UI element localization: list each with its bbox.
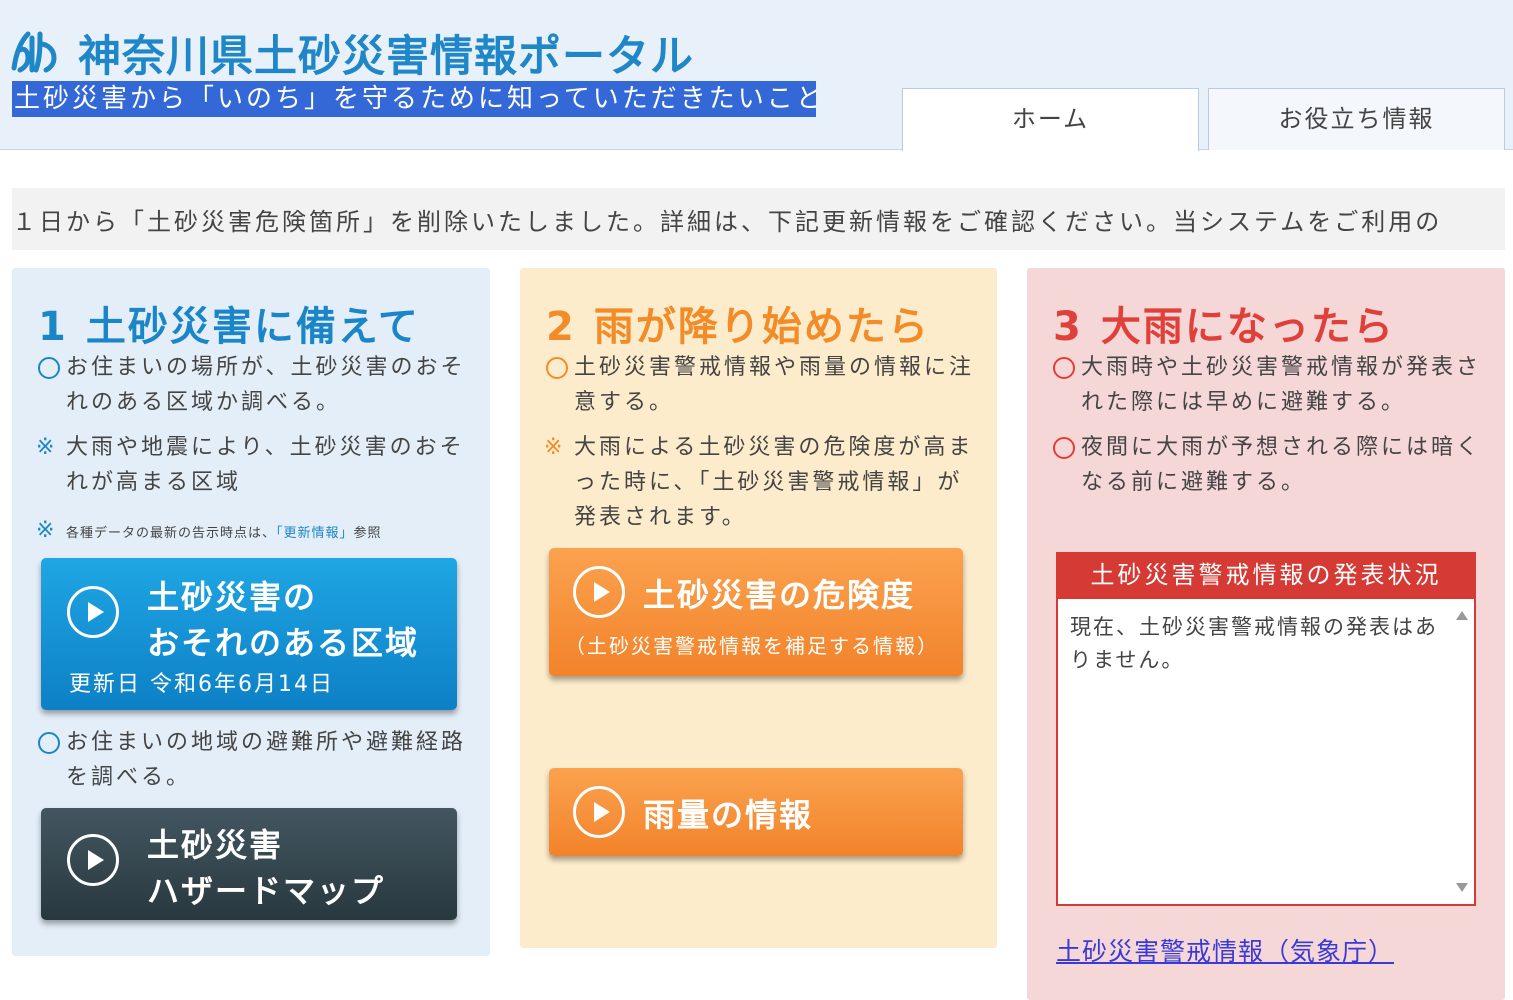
note-text-suffix: 参照 [353, 526, 382, 541]
play-icon [573, 786, 625, 838]
section-number: 3 [1053, 304, 1083, 350]
ticker-text: １日から「土砂災害危険箇所」を削除いたしました。詳細は、下記更新情報をご確認くだ… [12, 208, 1443, 236]
section-title: 3 大雨になったら [1053, 294, 1395, 352]
list-item-text: 土砂災害警戒情報や雨量の情報に注意する。 [574, 355, 975, 415]
section-title-text: 雨が降り始めたら [593, 304, 930, 350]
list-item-text: 夜間に大雨が予想される際には暗くなる前に避難する。 [1081, 435, 1482, 495]
note-mark-icon: ※ [36, 518, 58, 543]
update-date: 更新日 令和6年6月14日 [69, 672, 334, 697]
list-item: 大雨時や土砂災害警戒情報が発表された際には早めに避難する。 [1051, 350, 1481, 420]
button-label-line2: おそれのある区域 [147, 624, 420, 662]
note-mark-icon: ※ [544, 435, 566, 460]
list-item-text: お住まいの場所が、土砂災害のおそれのある区域か調べる。 [66, 355, 466, 415]
list-item-note: ※ 大雨や地震により、土砂災害のおそれが高まる区域 [36, 430, 466, 500]
section-prepare: 1 土砂災害に備えて お住まいの場所が、土砂災害のおそれのある区域か調べる。 ※ … [12, 268, 490, 956]
section-title: 1 土砂災害に備えて [38, 294, 420, 352]
alert-status-text: 現在、土砂災害警戒情報の発表はありません。 [1070, 615, 1438, 672]
section-rain-start: 2 雨が降り始めたら 土砂災害警戒情報や雨量の情報に注意する。 ※ 大雨による土砂… [520, 268, 997, 948]
kanagawa-emblem-icon [11, 31, 57, 73]
list-item-note: ※ 大雨による土砂災害の危険度が高まった時に、「土砂災害警戒情報」が発表されます… [544, 430, 974, 535]
section-title-text: 大雨になったら [1100, 304, 1395, 350]
scroll-up-arrow-icon[interactable] [1456, 611, 1468, 620]
section-title: 2 雨が降り始めたら [546, 294, 930, 352]
section-title-text: 土砂災害に備えて [85, 304, 420, 350]
jma-warning-link[interactable]: 土砂災害警戒情報（気象庁） [1056, 932, 1394, 968]
site-header: 神奈川県土砂災害情報ポータル 土砂災害から「いのち」を守るために知っていただきた… [0, 0, 1513, 151]
list-item-note-small: ※ 各種データの最新の告示時点は、「更新情報」参照 [36, 513, 466, 548]
play-icon [67, 586, 119, 638]
list-item-text: 大雨時や土砂災害警戒情報が発表された際には早めに避難する。 [1081, 355, 1482, 415]
list-item: お住まいの場所が、土砂災害のおそれのある区域か調べる。 [36, 350, 466, 420]
section-number: 1 [38, 304, 68, 350]
rainfall-info-button[interactable]: 雨量の情報 [549, 768, 963, 856]
button-label: 土砂災害の危険度 [643, 576, 916, 614]
play-icon [67, 834, 119, 886]
hazard-area-button[interactable]: 土砂災害の おそれのある区域 更新日 令和6年6月14日 [41, 558, 457, 710]
list-item: 土砂災害警戒情報や雨量の情報に注意する。 [544, 350, 974, 420]
list-item-text: 大雨による土砂災害の危険度が高まった時に、「土砂災害警戒情報」が発表されます。 [574, 435, 974, 530]
button-sublabel: （土砂災害警戒情報を補足する情報） [565, 634, 939, 658]
update-info-link[interactable]: 「更新情報」 [276, 526, 354, 541]
hazard-map-button[interactable]: 土砂災害 ハザードマップ [41, 808, 457, 920]
list-item: お住まいの地域の避難所や避難経路を調べる。 [36, 725, 466, 795]
list-item-text: お住まいの地域の避難所や避難経路を調べる。 [66, 730, 467, 790]
note-text: 各種データの最新の告示時点は、 [66, 526, 277, 541]
section-number: 2 [546, 304, 576, 350]
note-mark-icon: ※ [36, 435, 58, 460]
button-label-line1: 土砂災害 [147, 826, 284, 864]
alert-status-heading: 土砂災害警戒情報の発表状況 [1056, 552, 1476, 599]
play-icon [573, 566, 625, 618]
button-label-line1: 土砂災害の [147, 578, 318, 616]
button-label-line2: ハザードマップ [147, 872, 386, 910]
news-ticker: １日から「土砂災害危険箇所」を削除いたしました。詳細は、下記更新情報をご確認くだ… [12, 188, 1505, 250]
scroll-down-arrow-icon[interactable] [1456, 883, 1468, 892]
tab-useful-info[interactable]: お役立ち情報 [1208, 88, 1505, 150]
list-item-text: 大雨や地震により、土砂災害のおそれが高まる区域 [66, 435, 465, 495]
tab-home[interactable]: ホーム [902, 88, 1199, 151]
button-label: 雨量の情報 [643, 796, 814, 834]
list-item: 夜間に大雨が予想される際には暗くなる前に避難する。 [1051, 430, 1481, 500]
landslide-risk-button[interactable]: 土砂災害の危険度 （土砂災害警戒情報を補足する情報） [549, 548, 963, 676]
site-subtitle: 土砂災害から「いのち」を守るために知っていただきたいこと [12, 81, 816, 117]
site-title[interactable]: 神奈川県土砂災害情報ポータル [78, 22, 694, 84]
alert-status-box[interactable]: 現在、土砂災害警戒情報の発表はありません。 [1056, 599, 1476, 906]
